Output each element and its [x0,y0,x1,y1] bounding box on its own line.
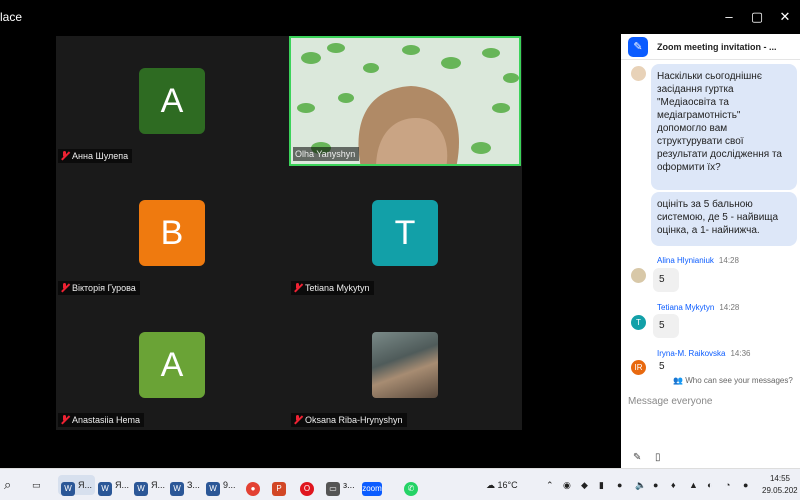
video-gallery: A Анна Шулепа Olha Yanyshyn B Вікторія Г… [0,34,621,468]
format-icon[interactable]: ✎ [633,452,645,464]
tray-icon[interactable]: ● [743,475,748,495]
taskbar-app[interactable]: W Я... [98,475,129,496]
close-icon[interactable]: ✕ [776,8,794,26]
taskbar: ⌕ ▭ W Я... W Я... W Я... W З... W 9... ● P O … [0,468,800,500]
mic-muted-icon [60,283,69,292]
participant-tile[interactable]: Oksana Riba-Hrynyshyn [289,300,521,430]
file-icon[interactable]: ▯ [655,452,667,464]
participant-name: Анна Шулепа [58,149,133,163]
profile-photo [372,332,438,398]
tray-icon[interactable]: ◆ [581,475,588,495]
sender-avatar: T [631,315,646,330]
mic-muted-icon [293,415,302,424]
tray-icon[interactable]: ◐ [707,475,712,495]
clock-time: 14:55 [769,474,791,483]
participant-name: Вікторія Гурова [58,281,140,295]
word-icon: W [206,482,220,496]
wifi-icon[interactable]: ◔ [725,475,730,495]
mic-muted-icon [293,283,302,292]
chevron-up-icon[interactable]: ⌃ [546,475,554,495]
opera-icon[interactable]: O [300,475,317,496]
weather-widget[interactable]: ☁ 16°C [486,475,518,495]
chat-header: ✎ Zoom meeting invitation - ... [621,34,800,60]
tray-icon[interactable]: ▲ [689,475,698,495]
speaker-icon[interactable]: 🔈 [635,475,646,495]
word-icon: W [61,482,75,496]
window-icon: ▭ [326,482,340,496]
message-input[interactable]: Message everyone [628,396,713,407]
maximize-icon[interactable]: ▢ [748,8,766,26]
chrome-icon[interactable]: ● [246,475,263,496]
participant-name: Anastasiia Hema [58,413,145,427]
participant-name: Oksana Riba-Hrynyshyn [291,413,407,427]
sender-name: Iryna-M. Raikovska 14:36 [657,349,751,358]
sender-avatar: IR [631,360,646,375]
participant-grid: A Анна Шулепа Olha Yanyshyn B Вікторія Г… [56,36,522,430]
avatar: T [372,200,438,266]
whatsapp-icon[interactable]: ✆ [404,475,421,496]
avatar: A [139,68,205,134]
sender-name: Tetiana Mykytyn 14:28 [657,303,740,312]
sender-avatar [631,268,646,283]
participant-tile-active-speaker[interactable]: Olha Yanyshyn [289,36,521,166]
taskbar-app[interactable]: ▭ з... [326,475,355,496]
compose-icon[interactable]: ✎ [628,37,648,57]
taskbar-app[interactable]: W Я... [58,475,96,496]
chat-title: Zoom meeting invitation - ... [657,42,777,52]
cloud-icon: ☁ [486,480,495,490]
participant-name: Tetiana Mykytyn [291,281,374,295]
taskbar-app[interactable]: W 9... [206,475,236,496]
participant-tile[interactable]: A Anastasiia Hema [56,300,288,430]
tray-icon[interactable]: ◉ [563,475,571,495]
tray-icon[interactable]: ● [617,475,622,495]
mic-muted-icon [60,415,69,424]
who-can-see-link[interactable]: 👥 Who can see your messages? [673,376,793,385]
sender-name: Alina Hlynianiuk 14:28 [657,256,739,265]
tray-icon[interactable]: ▮ [599,475,604,495]
mic-muted-icon [60,151,69,160]
clock[interactable]: 14:55 29.05.2023 [762,473,798,497]
sender-avatar [631,66,646,81]
powerpoint-icon[interactable]: P [272,475,289,496]
tray-icon[interactable]: ● [653,475,658,495]
chat-message: оцініть за 5 бальною системою, де 5 - на… [651,192,797,246]
participant-tile[interactable]: T Tetiana Mykytyn [289,168,521,298]
word-icon: W [134,482,148,496]
chat-panel: ✎ Zoom meeting invitation - ... Наскільк… [621,34,800,468]
minimize-icon[interactable]: – [720,8,738,26]
window-titlebar: lace – ▢ ✕ [0,0,800,34]
clock-date: 29.05.2023 [762,486,798,495]
word-icon: W [98,482,112,496]
zoom-app[interactable]: zoom [362,475,385,496]
window-title: lace [0,10,23,24]
participant-tile[interactable]: A Анна Шулепа [56,36,288,166]
participant-name: Olha Yanyshyn [293,147,360,161]
avatar: A [139,332,205,398]
task-view-icon[interactable]: ▭ [32,475,41,495]
taskbar-app[interactable]: W Я... [134,475,165,496]
people-icon: 👥 [673,376,683,385]
chat-reply: 5 [653,314,679,338]
participant-tile[interactable]: B Вікторія Гурова [56,168,288,298]
word-icon: W [170,482,184,496]
tray-icon[interactable]: ♦ [671,475,676,495]
taskbar-app[interactable]: W З... [170,475,200,496]
chat-message: Наскільки сьогоднішнє засідання гуртка "… [651,64,797,190]
chat-reply: 5 [659,361,665,372]
chat-reply: 5 [653,268,679,292]
search-icon[interactable]: ⌕ [4,475,11,495]
avatar: B [139,200,205,266]
